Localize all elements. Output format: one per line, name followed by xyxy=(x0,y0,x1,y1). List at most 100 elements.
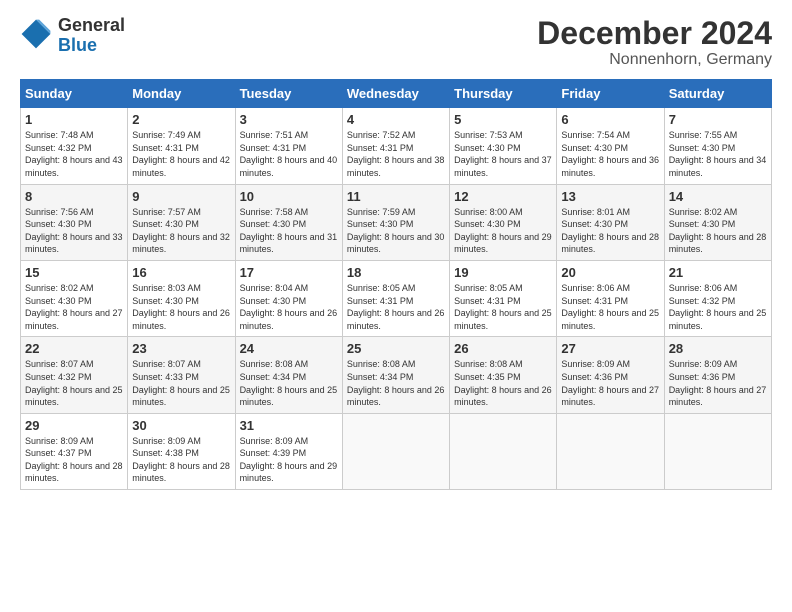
day-number: 17 xyxy=(240,265,338,280)
calendar-cell xyxy=(557,413,664,489)
calendar-cell: 29 Sunrise: 8:09 AMSunset: 4:37 PMDayligh… xyxy=(21,413,128,489)
day-number: 10 xyxy=(240,189,338,204)
day-number: 2 xyxy=(132,112,230,127)
day-number: 22 xyxy=(25,341,123,356)
day-info: Sunrise: 8:00 AMSunset: 4:30 PMDaylight:… xyxy=(454,207,552,255)
calendar-cell: 15 Sunrise: 8:02 AMSunset: 4:30 PMDayligh… xyxy=(21,260,128,336)
day-number: 12 xyxy=(454,189,552,204)
calendar-cell: 19 Sunrise: 8:05 AMSunset: 4:31 PMDayligh… xyxy=(450,260,557,336)
day-number: 30 xyxy=(132,418,230,433)
logo-text: General Blue xyxy=(58,16,125,56)
day-info: Sunrise: 7:55 AMSunset: 4:30 PMDaylight:… xyxy=(669,130,767,178)
calendar-cell: 25Sunrise: 8:08 AMSunset: 4:34 PMDayligh… xyxy=(342,337,449,413)
calendar-cell: 24Sunrise: 8:08 AMSunset: 4:34 PMDayligh… xyxy=(235,337,342,413)
day-number: 14 xyxy=(669,189,767,204)
calendar-cell: 17 Sunrise: 8:04 AMSunset: 4:30 PMDayligh… xyxy=(235,260,342,336)
calendar-cell: 21Sunrise: 8:06 AMSunset: 4:32 PMDayligh… xyxy=(664,260,771,336)
calendar-week-row: 8Sunrise: 7:56 AMSunset: 4:30 PMDaylight… xyxy=(21,184,772,260)
calendar-cell xyxy=(450,413,557,489)
day-number: 3 xyxy=(240,112,338,127)
calendar-cell: 11 Sunrise: 7:59 AMSunset: 4:30 PMDayligh… xyxy=(342,184,449,260)
day-info: Sunrise: 7:49 AMSunset: 4:31 PMDaylight:… xyxy=(132,130,230,178)
subtitle: Nonnenhorn, Germany xyxy=(537,51,772,69)
calendar-cell: 14 Sunrise: 8:02 AMSunset: 4:30 PMDayligh… xyxy=(664,184,771,260)
calendar-cell: 1Sunrise: 7:48 AMSunset: 4:32 PMDaylight… xyxy=(21,108,128,184)
day-number: 28 xyxy=(669,341,767,356)
day-info: Sunrise: 7:59 AMSunset: 4:30 PMDaylight:… xyxy=(347,207,445,255)
day-info: Sunrise: 7:53 AMSunset: 4:30 PMDaylight:… xyxy=(454,130,552,178)
day-info: Sunrise: 8:05 AMSunset: 4:31 PMDaylight:… xyxy=(454,283,552,331)
day-info: Sunrise: 8:06 AMSunset: 4:32 PMDaylight:… xyxy=(669,283,767,331)
calendar-cell: 31Sunrise: 8:09 AMSunset: 4:39 PMDayligh… xyxy=(235,413,342,489)
calendar-header-row: Sunday Monday Tuesday Wednesday Thursday… xyxy=(21,80,772,108)
calendar-week-row: 15 Sunrise: 8:02 AMSunset: 4:30 PMDayligh… xyxy=(21,260,772,336)
logo: General Blue xyxy=(20,16,125,56)
day-number: 8 xyxy=(25,189,123,204)
calendar-cell: 10 Sunrise: 7:58 AMSunset: 4:30 PMDayligh… xyxy=(235,184,342,260)
day-info: Sunrise: 8:04 AMSunset: 4:30 PMDaylight:… xyxy=(240,283,338,331)
day-number: 15 xyxy=(25,265,123,280)
logo-blue: Blue xyxy=(58,35,97,55)
day-number: 20 xyxy=(561,265,659,280)
calendar-cell: 5 Sunrise: 7:53 AMSunset: 4:30 PMDaylight… xyxy=(450,108,557,184)
calendar-week-row: 29 Sunrise: 8:09 AMSunset: 4:37 PMDayligh… xyxy=(21,413,772,489)
calendar-cell xyxy=(664,413,771,489)
day-number: 5 xyxy=(454,112,552,127)
header: General Blue December 2024 Nonnenhorn, G… xyxy=(20,16,772,69)
calendar-cell: 2 Sunrise: 7:49 AMSunset: 4:31 PMDaylight… xyxy=(128,108,235,184)
page-container: General Blue December 2024 Nonnenhorn, G… xyxy=(0,0,792,500)
day-number: 4 xyxy=(347,112,445,127)
calendar-cell: 13 Sunrise: 8:01 AMSunset: 4:30 PMDayligh… xyxy=(557,184,664,260)
logo-icon xyxy=(20,18,52,55)
col-sunday: Sunday xyxy=(21,80,128,108)
day-number: 1 xyxy=(25,112,123,127)
calendar-cell: 7Sunrise: 7:55 AMSunset: 4:30 PMDaylight… xyxy=(664,108,771,184)
main-title: December 2024 xyxy=(537,16,772,51)
calendar-cell xyxy=(342,413,449,489)
calendar-cell: 4Sunrise: 7:52 AMSunset: 4:31 PMDaylight… xyxy=(342,108,449,184)
day-info: Sunrise: 8:02 AMSunset: 4:30 PMDaylight:… xyxy=(669,207,767,255)
day-number: 13 xyxy=(561,189,659,204)
day-number: 9 xyxy=(132,189,230,204)
day-info: Sunrise: 8:09 AMSunset: 4:36 PMDaylight:… xyxy=(561,359,659,407)
day-number: 27 xyxy=(561,341,659,356)
day-info: Sunrise: 8:07 AMSunset: 4:32 PMDaylight:… xyxy=(25,359,123,407)
day-number: 23 xyxy=(132,341,230,356)
calendar-cell: 18Sunrise: 8:05 AMSunset: 4:31 PMDayligh… xyxy=(342,260,449,336)
calendar-cell: 27 Sunrise: 8:09 AMSunset: 4:36 PMDayligh… xyxy=(557,337,664,413)
calendar-table: Sunday Monday Tuesday Wednesday Thursday… xyxy=(20,79,772,490)
calendar-cell: 8Sunrise: 7:56 AMSunset: 4:30 PMDaylight… xyxy=(21,184,128,260)
calendar-cell: 23Sunrise: 8:07 AMSunset: 4:33 PMDayligh… xyxy=(128,337,235,413)
day-info: Sunrise: 8:08 AMSunset: 4:34 PMDaylight:… xyxy=(240,359,338,407)
day-info: Sunrise: 8:06 AMSunset: 4:31 PMDaylight:… xyxy=(561,283,659,331)
calendar-cell: 30Sunrise: 8:09 AMSunset: 4:38 PMDayligh… xyxy=(128,413,235,489)
col-saturday: Saturday xyxy=(664,80,771,108)
col-tuesday: Tuesday xyxy=(235,80,342,108)
calendar-cell: 28Sunrise: 8:09 AMSunset: 4:36 PMDayligh… xyxy=(664,337,771,413)
day-info: Sunrise: 8:08 AMSunset: 4:35 PMDaylight:… xyxy=(454,359,552,407)
day-number: 31 xyxy=(240,418,338,433)
day-number: 29 xyxy=(25,418,123,433)
day-info: Sunrise: 8:02 AMSunset: 4:30 PMDaylight:… xyxy=(25,283,123,331)
calendar-cell: 3 Sunrise: 7:51 AMSunset: 4:31 PMDaylight… xyxy=(235,108,342,184)
logo-general: General xyxy=(58,15,125,35)
day-info: Sunrise: 7:54 AMSunset: 4:30 PMDaylight:… xyxy=(561,130,659,178)
col-friday: Friday xyxy=(557,80,664,108)
day-info: Sunrise: 8:09 AMSunset: 4:37 PMDaylight:… xyxy=(25,436,123,484)
col-monday: Monday xyxy=(128,80,235,108)
calendar-cell: 22 Sunrise: 8:07 AMSunset: 4:32 PMDayligh… xyxy=(21,337,128,413)
day-number: 26 xyxy=(454,341,552,356)
calendar-cell: 6Sunrise: 7:54 AMSunset: 4:30 PMDaylight… xyxy=(557,108,664,184)
day-info: Sunrise: 7:51 AMSunset: 4:31 PMDaylight:… xyxy=(240,130,338,178)
day-number: 11 xyxy=(347,189,445,204)
day-info: Sunrise: 7:57 AMSunset: 4:30 PMDaylight:… xyxy=(132,207,230,255)
day-number: 19 xyxy=(454,265,552,280)
day-info: Sunrise: 8:01 AMSunset: 4:30 PMDaylight:… xyxy=(561,207,659,255)
day-info: Sunrise: 8:03 AMSunset: 4:30 PMDaylight:… xyxy=(132,283,230,331)
day-info: Sunrise: 7:58 AMSunset: 4:30 PMDaylight:… xyxy=(240,207,338,255)
col-wednesday: Wednesday xyxy=(342,80,449,108)
calendar-cell: 9 Sunrise: 7:57 AMSunset: 4:30 PMDaylight… xyxy=(128,184,235,260)
calendar-cell: 16Sunrise: 8:03 AMSunset: 4:30 PMDayligh… xyxy=(128,260,235,336)
calendar-week-row: 1Sunrise: 7:48 AMSunset: 4:32 PMDaylight… xyxy=(21,108,772,184)
title-block: December 2024 Nonnenhorn, Germany xyxy=(537,16,772,69)
